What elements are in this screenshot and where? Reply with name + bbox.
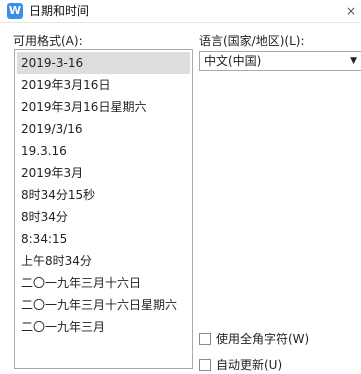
fullwidth-label[interactable]: 使用全角字符(W)	[216, 332, 309, 346]
language-label: 语言(国家/地区)(L):	[199, 34, 305, 48]
list-item[interactable]: 二〇一九年三月十六日	[17, 272, 190, 294]
list-item[interactable]: 8时34分	[17, 206, 190, 228]
wps-writer-icon: W	[7, 3, 23, 19]
formats-list[interactable]: 2019-3-16 2019年3月16日 2019年3月16日星期六 2019/3/1…	[14, 49, 193, 369]
list-item[interactable]: 2019/3/16	[17, 118, 190, 140]
list-item[interactable]: 二〇一九年三月十六日星期六	[17, 294, 190, 316]
list-item[interactable]: 8:34:15	[17, 228, 190, 250]
fullwidth-checkbox[interactable]	[199, 333, 211, 345]
list-item[interactable]: 上午8时34分	[17, 250, 190, 272]
language-select[interactable]: 中文(中国) ▼	[199, 51, 361, 71]
formats-label: 可用格式(A):	[13, 34, 83, 48]
autoupdate-checkbox[interactable]	[199, 359, 211, 371]
list-item[interactable]: 二〇一九年三月	[17, 316, 190, 338]
autoupdate-label[interactable]: 自动更新(U)	[216, 358, 282, 372]
window-title: 日期和时间	[29, 4, 90, 18]
title-bar: W 日期和时间 ×	[0, 0, 361, 23]
list-item[interactable]: 19.3.16	[17, 140, 190, 162]
list-item[interactable]: 2019年3月16日星期六	[17, 96, 190, 118]
list-item[interactable]: 2019-3-16	[17, 52, 190, 74]
language-value: 中文(中国)	[204, 54, 262, 68]
list-item[interactable]: 2019年3月	[17, 162, 190, 184]
close-button[interactable]: ×	[341, 0, 361, 22]
list-item[interactable]: 2019年3月16日	[17, 74, 190, 96]
dropdown-arrow-icon[interactable]: ▼	[350, 52, 357, 70]
list-item[interactable]: 8时34分15秒	[17, 184, 190, 206]
